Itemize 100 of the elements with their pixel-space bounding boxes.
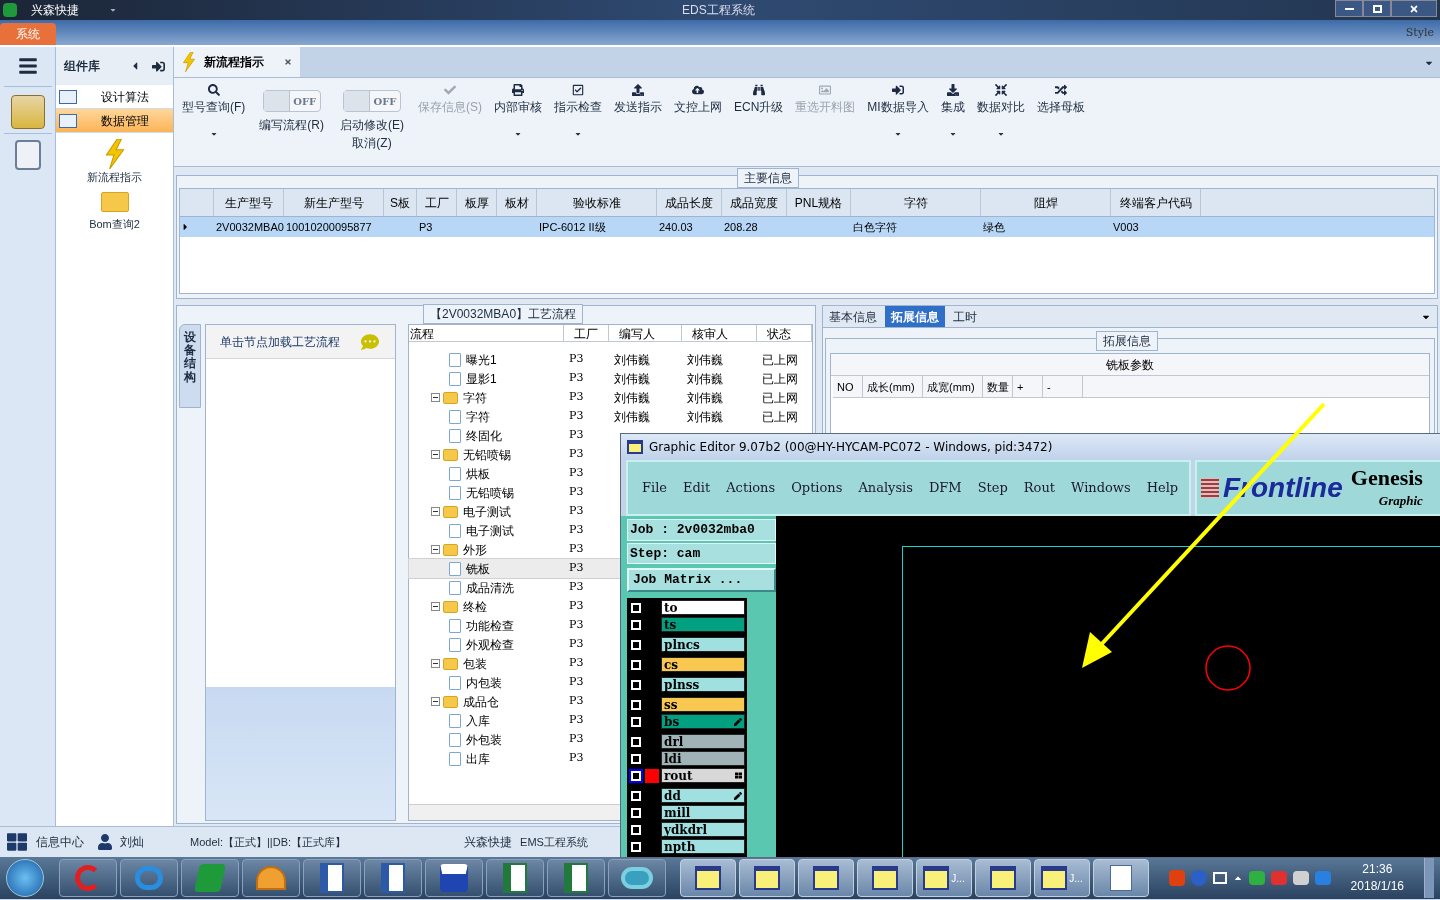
tree-row[interactable]: 曝光1 P3 刘伟巍 刘伟巍 已上网 — [409, 350, 812, 369]
layer-name[interactable]: cs — [661, 657, 745, 672]
column-header[interactable]: 验收标准 — [537, 189, 657, 216]
column-header[interactable]: NO — [833, 376, 863, 397]
layer-name[interactable]: ydkdrl — [661, 822, 745, 837]
menu-item[interactable]: DFM — [928, 478, 962, 498]
layer-checkbox[interactable] — [629, 805, 643, 820]
toggle-switch[interactable]: OFF — [262, 90, 321, 112]
menu-item[interactable]: Windows — [1071, 478, 1131, 498]
clock[interactable]: 21:36 2018/1/16 — [1350, 861, 1404, 895]
table-row[interactable]: 2V0032MBA0 10010200095877 P3 IPC-6012 II级 240.03 208.28 白色字符 绿色 V003 — [180, 217, 1434, 237]
column-header[interactable]: 新生产型号 — [284, 189, 384, 216]
layer-checkbox[interactable] — [629, 697, 643, 712]
column-header[interactable]: 数量 — [983, 376, 1013, 397]
column-header[interactable]: 成长(mm) — [863, 376, 923, 397]
layer-checkbox[interactable] — [629, 788, 643, 803]
grid-icon[interactable] — [6, 832, 28, 852]
taskbar-window[interactable] — [1093, 859, 1149, 897]
layer-name[interactable]: bs — [661, 714, 745, 729]
layer-checkbox[interactable] — [629, 734, 643, 749]
detail-tab[interactable]: 工时 — [947, 306, 983, 327]
toolbar-button[interactable]: 文控上网 — [668, 78, 728, 116]
taskbar-app[interactable] — [425, 859, 483, 897]
start-button[interactable] — [6, 859, 44, 897]
layer-name[interactable]: dd — [661, 788, 745, 803]
tree-row[interactable]: 显影1 P3 刘伟巍 刘伟巍 已上网 — [409, 369, 812, 388]
job-matrix-button[interactable]: Job Matrix ... — [627, 568, 776, 592]
column-header[interactable]: - — [1043, 376, 1083, 397]
toolbar-button[interactable]: 选择母板 — [1030, 78, 1091, 116]
sign-in-icon[interactable] — [152, 59, 165, 73]
layer-name[interactable]: mill — [661, 805, 745, 820]
column-header[interactable]: 板材 — [497, 189, 537, 216]
taskbar-window[interactable] — [975, 859, 1031, 897]
toggle-switch[interactable]: OFF — [343, 90, 401, 112]
close-icon[interactable] — [284, 58, 292, 66]
taskbar-window[interactable] — [739, 859, 795, 897]
column-header[interactable]: PNL规格 — [787, 189, 851, 216]
column-header[interactable]: 工厂 — [564, 325, 609, 341]
collapse-toggle-icon[interactable] — [431, 697, 440, 706]
layer-name[interactable]: to — [661, 600, 745, 615]
info-center-label[interactable]: 信息中心 — [36, 833, 84, 851]
column-header[interactable]: 字符 — [851, 189, 981, 216]
column-header[interactable]: 成品宽度 — [722, 189, 787, 216]
layer-checkbox[interactable] — [629, 768, 643, 783]
layer-name[interactable]: plnss — [661, 677, 745, 692]
component-item[interactable]: 数据管理 — [56, 109, 173, 133]
collapse-toggle-icon[interactable] — [431, 393, 440, 402]
toolbar-button[interactable]: 内部审核 — [488, 78, 548, 138]
column-header[interactable]: 核审人 — [682, 325, 757, 341]
layer-name[interactable]: npth — [661, 839, 745, 854]
layer-checkbox[interactable] — [629, 617, 643, 632]
column-header[interactable]: 阻焊 — [981, 189, 1111, 216]
layer-name[interactable]: ldi — [661, 751, 745, 766]
shortcut-button[interactable]: Bom查询2 — [56, 191, 173, 232]
taskbar-app[interactable] — [608, 859, 666, 897]
column-header[interactable]: + — [1013, 376, 1043, 397]
layer-checkbox[interactable] — [629, 751, 643, 766]
tree-row[interactable]: 字符 P3 刘伟巍 刘伟巍 已上网 — [409, 388, 812, 407]
layer-checkbox[interactable] — [629, 600, 643, 615]
taskbar-app[interactable] — [242, 859, 300, 897]
taskbar-window[interactable] — [680, 859, 736, 897]
toolbar-button[interactable]: ECN升级 — [728, 78, 790, 116]
network-icon[interactable] — [1212, 872, 1227, 884]
layer-name[interactable]: drl — [661, 734, 745, 749]
layer-name[interactable]: rout — [661, 768, 745, 783]
document-tab[interactable]: 新流程指示 — [174, 47, 300, 77]
menu-item[interactable]: Help — [1146, 478, 1179, 498]
collapse-toggle-icon[interactable] — [431, 507, 440, 516]
taskbar-app[interactable] — [547, 859, 605, 897]
menu-icon[interactable] — [16, 56, 39, 76]
layer-checkbox[interactable] — [629, 677, 643, 692]
input-method-icon[interactable] — [1168, 870, 1185, 886]
layer-name[interactable]: plncs — [661, 637, 745, 652]
detail-tab[interactable]: 拓展信息 — [885, 306, 945, 327]
toolbar-button[interactable]: 数据对比 — [970, 78, 1031, 138]
tree-row[interactable]: 字符 P3 刘伟巍 刘伟巍 已上网 — [409, 407, 812, 426]
taskbar-window[interactable] — [857, 859, 913, 897]
menu-item[interactable]: Step — [977, 478, 1008, 498]
menu-item[interactable]: Rout — [1023, 478, 1056, 498]
layer-checkbox[interactable] — [629, 714, 643, 729]
toolbar-button[interactable]: MI数据导入 — [861, 78, 935, 138]
tray-app-icon[interactable] — [1248, 871, 1265, 885]
maximize-button[interactable] — [1363, 0, 1391, 17]
taskbar-app[interactable] — [364, 859, 422, 897]
column-header[interactable]: S板 — [384, 189, 417, 216]
taskbar-window[interactable] — [798, 859, 854, 897]
column-header[interactable]: 流程 — [409, 325, 564, 341]
layer-checkbox[interactable] — [629, 822, 643, 837]
column-header[interactable]: 成宽(mm) — [923, 376, 983, 397]
collapse-toggle-icon[interactable] — [431, 450, 440, 459]
layer-checkbox[interactable] — [629, 657, 643, 672]
style-label[interactable]: Style — [1405, 24, 1434, 41]
layer-checkbox[interactable] — [629, 839, 643, 854]
close-button[interactable] — [1391, 0, 1437, 17]
column-header[interactable]: 工厂 — [417, 189, 457, 216]
minimize-button[interactable] — [1335, 0, 1363, 17]
toolbar-button[interactable]: 发送指示 — [608, 78, 668, 116]
shortcut-button[interactable]: 新流程指示 — [56, 139, 173, 186]
layer-name[interactable]: ts — [661, 617, 745, 632]
taskbar-app[interactable] — [486, 859, 544, 897]
